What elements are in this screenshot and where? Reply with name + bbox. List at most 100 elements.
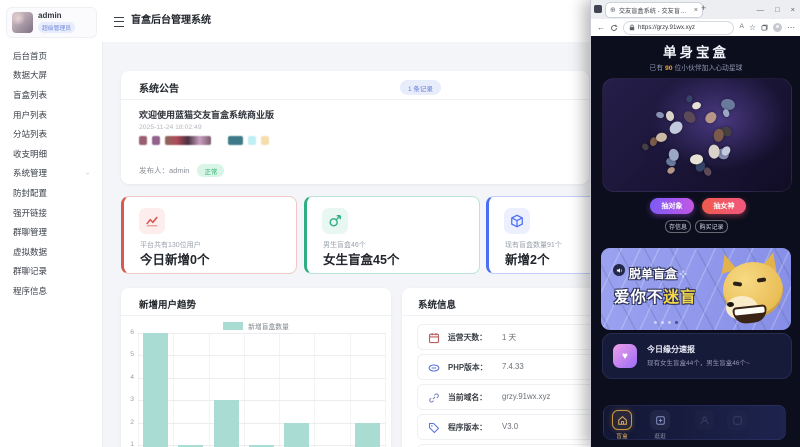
tag-icon bbox=[428, 421, 440, 439]
lock-icon bbox=[629, 24, 635, 31]
collections-icon[interactable] bbox=[761, 24, 768, 31]
minimize-button[interactable]: — bbox=[757, 5, 765, 14]
mobile-page: 单身宝盒 已有 90 位小伙伴加入心动星球 抽对象 抽女神 存信息 购买记录 脱… bbox=[591, 36, 800, 447]
nav-item-person[interactable] bbox=[694, 410, 714, 430]
avatar-dot bbox=[667, 147, 680, 162]
link-icon bbox=[428, 391, 440, 409]
sidebar-item[interactable]: 强开链接 bbox=[0, 203, 102, 223]
tab-actions-icon[interactable] bbox=[594, 5, 602, 13]
maximize-button[interactable]: □ bbox=[775, 5, 780, 14]
sidebar-item[interactable]: 盲盒列表 bbox=[0, 85, 102, 105]
carousel-dot[interactable] bbox=[668, 321, 671, 324]
grid-vline bbox=[138, 333, 139, 447]
new-tab-button[interactable]: + bbox=[701, 3, 706, 13]
sidebar-item[interactable]: 群聊管理 bbox=[0, 222, 102, 242]
tab-close-icon[interactable]: × bbox=[694, 7, 698, 14]
save-info-button[interactable]: 存信息 bbox=[665, 220, 691, 233]
sidebar-item[interactable]: 系统管理 › bbox=[0, 164, 102, 184]
cube-icon bbox=[504, 208, 530, 234]
sidebar-item[interactable]: 数据大屏 bbox=[0, 66, 102, 86]
avatar-dot bbox=[664, 110, 675, 123]
carousel-dot[interactable] bbox=[654, 321, 657, 324]
avatar-dot bbox=[703, 110, 719, 126]
y-axis-tick: 5 bbox=[130, 351, 134, 359]
stat-value: 今日新增0个 bbox=[140, 253, 210, 267]
sidebar-item[interactable]: 后台首页 bbox=[0, 46, 102, 66]
grid-hline bbox=[138, 377, 385, 379]
sidebar-item[interactable]: 分站列表 bbox=[0, 124, 102, 144]
tag-chip bbox=[139, 135, 147, 145]
grid-vline bbox=[314, 333, 316, 447]
fate-card[interactable]: ♥ 今日缘分速报 现有女生盲盒44个，男生盲盒46个~ bbox=[602, 333, 792, 379]
close-button[interactable]: × bbox=[791, 5, 795, 14]
announcement-card: 系统公告 1 条记录 欢迎使用蓝猫交友盲盒系统商业版 2025-11-24 18… bbox=[121, 71, 589, 184]
banner-accent-text: 迷盲 bbox=[663, 289, 697, 306]
browser-titlebar: ⊕ 交友盲盒系统 - 交友盲盒系统 × + — □ × bbox=[591, 0, 800, 20]
php-icon bbox=[428, 361, 440, 379]
tag-chip bbox=[228, 135, 243, 145]
sidebar-item[interactable]: 防封配置 bbox=[0, 183, 102, 203]
carousel-dot[interactable] bbox=[661, 321, 664, 324]
sidebar-item[interactable]: 收支明细 bbox=[0, 144, 102, 164]
y-axis-tick: 2 bbox=[130, 418, 134, 426]
purchase-records-button[interactable]: 购买记录 bbox=[695, 220, 728, 233]
record-count-badge: 1 条记录 bbox=[400, 80, 441, 95]
page-title: 单身宝盒 bbox=[663, 45, 729, 60]
announcement-item-title[interactable]: 欢迎使用蓝猫交友盲盒系统商业版 bbox=[139, 108, 274, 121]
fate-title: 今日缘分速报 bbox=[647, 345, 695, 354]
url-field[interactable]: https://grzy.91wx.xyz bbox=[623, 20, 735, 35]
announcement-date: 2025-11-24 18:02:49 bbox=[139, 124, 202, 131]
user-card[interactable]: admin 超级管理员 bbox=[6, 7, 97, 38]
read-aloud-icon[interactable]: A bbox=[739, 24, 743, 31]
sidebar-item[interactable]: 用户列表 bbox=[0, 105, 102, 125]
sidebar-menu: 后台首页 数据大屏 盲盒列表 用户列表 分站列表 收支明细 系统管理 › 防封配置 强开链接 群聊管… bbox=[0, 46, 102, 301]
app-title: 盲盒后台管理系统 bbox=[131, 15, 211, 26]
avatar-dot bbox=[655, 131, 668, 143]
grid-vline bbox=[243, 333, 245, 447]
grid-hline bbox=[138, 422, 385, 424]
browser-tab[interactable]: ⊕ 交友盲盒系统 - 交友盲盒系统 × bbox=[605, 2, 703, 18]
member-count: 90 bbox=[665, 65, 673, 72]
y-axis-tick: 3 bbox=[130, 396, 134, 404]
plussq-icon bbox=[650, 410, 670, 430]
publisher-row: 发布人：admin 正常 bbox=[139, 164, 225, 177]
hamburger-icon[interactable] bbox=[114, 17, 124, 27]
topbar: 盲盒后台管理系统 bbox=[102, 0, 590, 42]
promo-banner[interactable]: 脱单盲盒 爱你不迷盲 bbox=[601, 248, 791, 330]
chart-bar bbox=[284, 422, 310, 447]
tag-chip bbox=[261, 135, 269, 145]
more-menu-icon[interactable]: ⋯ bbox=[787, 23, 795, 32]
refresh-icon[interactable] bbox=[610, 24, 618, 32]
sidebar-item[interactable]: 群聊记录 bbox=[0, 262, 102, 282]
tag-chip bbox=[152, 135, 160, 145]
sidebar-item[interactable]: 程序信息 bbox=[0, 281, 102, 301]
nav-item-盲盒[interactable]: 盲盒 bbox=[612, 410, 632, 440]
avatar-sphere[interactable] bbox=[602, 78, 792, 192]
chart-legend: 新增盲盒数量 bbox=[121, 321, 391, 331]
back-button[interactable]: ← bbox=[597, 23, 605, 32]
chart-bar bbox=[143, 333, 169, 447]
chart-bar bbox=[354, 422, 380, 447]
avatar-dot bbox=[654, 110, 665, 120]
grid-hline bbox=[138, 333, 385, 334]
fate-subtitle: 现有女生盲盒44个，男生盲盒46个~ bbox=[647, 360, 750, 367]
nav-item-square[interactable] bbox=[727, 410, 747, 430]
grid-vline bbox=[384, 333, 386, 447]
home-icon bbox=[612, 410, 632, 430]
profile-avatar[interactable] bbox=[773, 23, 782, 32]
person-icon bbox=[694, 410, 714, 430]
chart-title: 新增用户趋势 bbox=[139, 300, 197, 311]
chevron-icon: › bbox=[83, 172, 91, 175]
carousel-dot[interactable] bbox=[675, 321, 678, 324]
nav-item-逛逛[interactable]: 逛逛 bbox=[650, 410, 670, 440]
speaker-icon bbox=[613, 264, 625, 276]
sidebar-item[interactable]: 虚拟数据 bbox=[0, 242, 102, 262]
draw-goddess-button[interactable]: 抽女神 bbox=[702, 198, 746, 214]
favorite-star-icon[interactable]: ☆ bbox=[749, 23, 756, 32]
anger-mark-icon bbox=[679, 270, 687, 277]
carousel-dots[interactable] bbox=[601, 321, 731, 324]
draw-partner-button[interactable]: 抽对象 bbox=[650, 198, 694, 214]
browser-window: ⊕ 交友盲盒系统 - 交友盲盒系统 × + — □ × ← https://gr… bbox=[590, 0, 800, 447]
announcement-title: 系统公告 bbox=[139, 84, 179, 95]
divider bbox=[121, 315, 391, 316]
